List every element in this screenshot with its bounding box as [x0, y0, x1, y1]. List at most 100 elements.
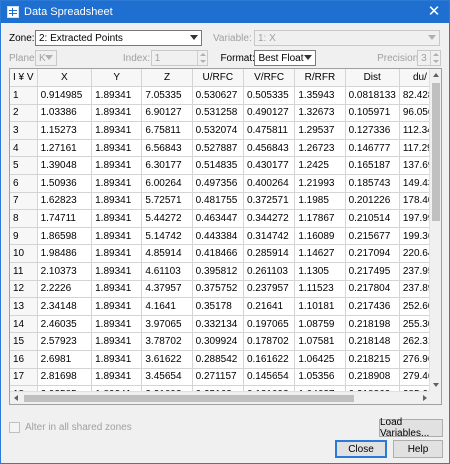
- variable-select[interactable]: 1: X: [254, 30, 440, 46]
- scroll-left-icon[interactable]: [10, 392, 22, 404]
- row-header[interactable]: 11: [10, 262, 38, 281]
- table-row[interactable]: 4 1.27161 1.89341 6.56843 0.527887 0.456843 1.…: [10, 139, 441, 158]
- row-header[interactable]: 12: [10, 280, 38, 299]
- table-cell[interactable]: 1.15273: [37, 121, 93, 140]
- table-cell[interactable]: 0.185743: [345, 174, 400, 193]
- table-cell[interactable]: 0.375752: [192, 280, 244, 299]
- table-cell[interactable]: 0.430177: [243, 156, 296, 176]
- table-cell[interactable]: 1.89341: [91, 368, 143, 387]
- row-header[interactable]: 1: [10, 86, 38, 105]
- table-cell[interactable]: 1.89341: [91, 315, 143, 334]
- corner-header[interactable]: I ¥ V: [10, 69, 38, 88]
- table-cell[interactable]: 6.00264: [141, 174, 193, 193]
- table-cell[interactable]: 1.89341: [91, 244, 143, 264]
- spinner-arrows-icon[interactable]: [197, 51, 207, 65]
- scroll-up-icon[interactable]: [430, 69, 441, 81]
- table-cell[interactable]: 1.32673: [294, 104, 346, 123]
- table-cell[interactable]: 1.50936: [37, 174, 93, 193]
- table-cell[interactable]: 2.34148: [37, 297, 93, 316]
- table-cell[interactable]: 0.309924: [192, 332, 244, 351]
- table-cell[interactable]: 1.11523: [294, 280, 346, 299]
- table-cell[interactable]: 4.61103: [141, 262, 193, 281]
- table-row[interactable]: 11 2.10373 1.89341 4.61103 0.395812 0.261103 1…: [10, 262, 441, 281]
- table-cell[interactable]: 0.497356: [192, 174, 244, 193]
- table-row[interactable]: 7 1.62823 1.89341 5.72571 0.481755 0.372571 1.…: [10, 192, 441, 211]
- table-cell[interactable]: 4.37957: [141, 280, 193, 299]
- table-cell[interactable]: 0.161622: [243, 350, 296, 369]
- table-cell[interactable]: 0.165187: [345, 156, 400, 176]
- row-header[interactable]: 2: [10, 104, 38, 123]
- table-row[interactable]: 9 1.86598 1.89341 5.14742 0.443384 0.314742 1.…: [10, 227, 441, 246]
- row-header[interactable]: 8: [10, 209, 38, 228]
- table-cell[interactable]: 0.372571: [243, 192, 296, 211]
- table-cell[interactable]: 2.6981: [37, 350, 93, 369]
- format-select[interactable]: Best Float: [254, 50, 317, 66]
- table-cell[interactable]: 1.1305: [294, 262, 346, 281]
- data-grid[interactable]: I ¥ V X Y Z U/RFC V/RFC R/RFR Dist du/ 1…: [9, 68, 442, 405]
- table-cell[interactable]: 0.0818133: [345, 86, 400, 105]
- table-cell[interactable]: 0.210514: [345, 209, 400, 228]
- table-cell[interactable]: 1.07581: [294, 332, 346, 351]
- horizontal-scroll-thumb[interactable]: [24, 395, 354, 402]
- row-header[interactable]: 4: [10, 139, 38, 158]
- zone-select[interactable]: 2: Extracted Points: [35, 30, 202, 46]
- table-cell[interactable]: 0.505335: [243, 86, 296, 105]
- table-cell[interactable]: 1.62823: [37, 192, 93, 211]
- spinner-arrows-icon[interactable]: [430, 51, 440, 65]
- table-cell[interactable]: 0.463447: [192, 209, 244, 228]
- table-cell[interactable]: 0.145654: [243, 368, 296, 387]
- horizontal-scrollbar[interactable]: [10, 391, 431, 404]
- table-cell[interactable]: 0.218908: [345, 368, 400, 387]
- table-cell[interactable]: 1.2425: [294, 156, 346, 176]
- table-cell[interactable]: 0.456843: [243, 139, 296, 158]
- vertical-scroll-thumb[interactable]: [432, 83, 440, 221]
- row-header[interactable]: 6: [10, 174, 38, 193]
- table-row[interactable]: 8 1.74711 1.89341 5.44272 0.463447 0.344272 1.…: [10, 209, 441, 228]
- table-cell[interactable]: 4.85914: [141, 244, 193, 264]
- table-cell[interactable]: 1.08759: [294, 315, 346, 334]
- table-cell[interactable]: 0.271157: [192, 368, 244, 387]
- vertical-scrollbar[interactable]: [429, 69, 441, 391]
- table-cell[interactable]: 1.89341: [91, 350, 143, 369]
- column-header[interactable]: Y: [91, 69, 143, 88]
- table-cell[interactable]: 6.90127: [141, 104, 193, 123]
- table-cell[interactable]: 0.530627: [192, 86, 244, 105]
- table-cell[interactable]: 1.21993: [294, 174, 346, 193]
- table-cell[interactable]: 1.89341: [91, 86, 143, 105]
- table-cell[interactable]: 0.443384: [192, 227, 244, 246]
- table-cell[interactable]: 1.89341: [91, 332, 143, 351]
- table-cell[interactable]: 1.89341: [91, 139, 143, 158]
- column-header[interactable]: V/RFC: [243, 69, 296, 88]
- table-cell[interactable]: 1.17867: [294, 209, 346, 228]
- table-cell[interactable]: 0.127336: [345, 121, 400, 140]
- table-cell[interactable]: 1.1985: [294, 192, 346, 211]
- table-cell[interactable]: 0.475811: [243, 121, 296, 140]
- table-cell[interactable]: 6.75811: [141, 121, 193, 140]
- table-row[interactable]: 16 2.6981 1.89341 3.61622 0.288542 0.161622 1.…: [10, 350, 441, 369]
- table-row[interactable]: 17 2.81698 1.89341 3.45654 0.271157 0.145654 1…: [10, 368, 441, 387]
- table-row[interactable]: 6 1.50936 1.89341 6.00264 0.497356 0.400264 1.…: [10, 174, 441, 193]
- table-cell[interactable]: 0.217436: [345, 297, 400, 316]
- table-cell[interactable]: 0.288542: [192, 350, 244, 369]
- table-cell[interactable]: 2.2226: [37, 280, 93, 299]
- table-cell[interactable]: 0.514835: [192, 156, 244, 176]
- table-cell[interactable]: 6.30177: [141, 156, 193, 176]
- table-cell[interactable]: 1.98486: [37, 244, 93, 264]
- table-cell[interactable]: 0.395812: [192, 262, 244, 281]
- table-cell[interactable]: 0.215677: [345, 227, 400, 246]
- table-cell[interactable]: 5.14742: [141, 227, 193, 246]
- table-cell[interactable]: 0.490127: [243, 104, 296, 123]
- table-cell[interactable]: 0.146777: [345, 139, 400, 158]
- table-cell[interactable]: 0.21641: [243, 297, 296, 316]
- row-header[interactable]: 13: [10, 297, 38, 316]
- table-cell[interactable]: 2.46035: [37, 315, 93, 334]
- table-cell[interactable]: 1.89341: [91, 280, 143, 299]
- table-cell[interactable]: 1.89341: [91, 209, 143, 228]
- column-header[interactable]: R/RFR: [294, 69, 346, 88]
- table-cell[interactable]: 6.56843: [141, 139, 193, 158]
- precision-spinner[interactable]: 3: [417, 50, 442, 66]
- column-header[interactable]: Dist: [345, 69, 400, 88]
- table-cell[interactable]: 5.72571: [141, 192, 193, 211]
- table-cell[interactable]: 1.29537: [294, 121, 346, 140]
- window-close-button[interactable]: ✕: [419, 1, 449, 23]
